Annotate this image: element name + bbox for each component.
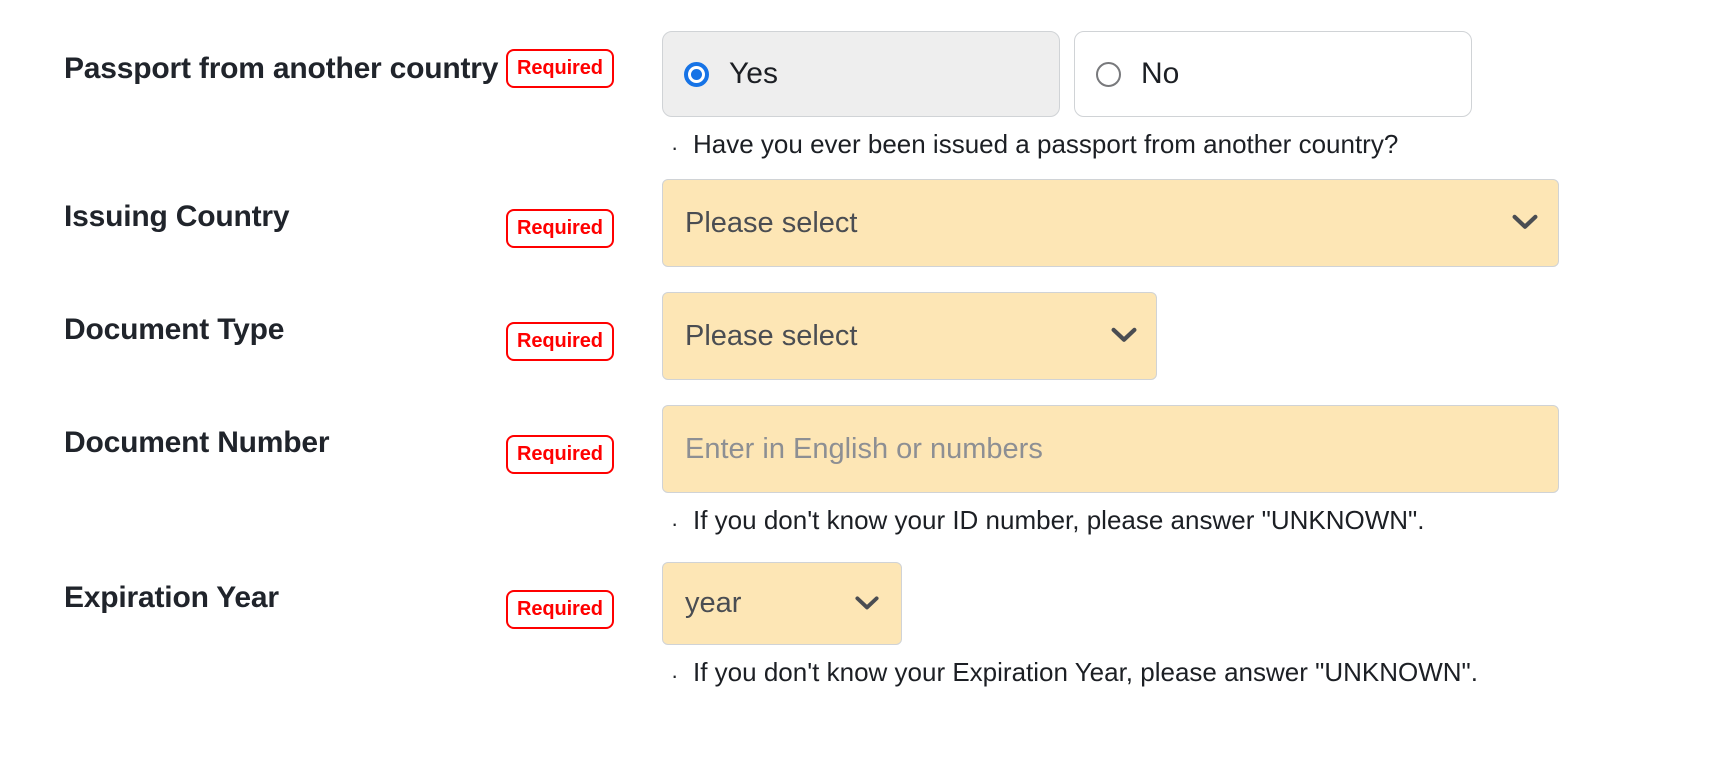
select-issuing-country-value: Please select [685,206,858,239]
label-cell: Expiration Year [0,562,506,623]
page-label-issuing-country: Issuing Country [64,200,290,233]
radio-option-no-label: No [1141,57,1180,90]
field-cell: Please select [662,179,1716,267]
select-issuing-country[interactable]: Please select [662,179,1559,267]
field-cell: year · If you don't know your Expiration… [662,562,1716,688]
form-row-expiration-year: Expiration Year Required year · If you d… [0,562,1716,688]
page-label-document-type: Document Type [64,313,285,346]
select-document-type[interactable]: Please select [662,292,1157,380]
page-label-expiration-year: Expiration Year [64,581,279,614]
document-number-input[interactable]: Enter in English or numbers [662,405,1559,493]
radio-option-no[interactable]: No [1074,31,1472,117]
label-cell: Passport from another country [0,31,506,94]
chevron-down-icon [855,595,879,612]
bullet-icon: · [671,511,679,536]
hint-document-number: · If you don't know your ID number, plea… [662,505,1716,536]
field-cell: Yes No · Have you ever been issued a pas… [662,31,1716,160]
required-badge-expiration-year: Required [506,590,614,629]
radio-option-yes[interactable]: Yes [662,31,1060,117]
radio-option-yes-label: Yes [729,57,778,90]
badge-cell: Required [506,292,662,361]
page-label-document-number: Document Number [64,426,330,459]
label-cell: Document Type [0,292,506,355]
chevron-down-icon [1111,327,1137,345]
badge-cell: Required [506,31,662,88]
bullet-icon: · [671,663,679,688]
required-badge-passport: Required [506,49,614,88]
radio-selected-icon [684,61,709,87]
select-document-type-value: Please select [685,319,858,352]
radio-group-passport-from-another-country: Yes No [662,31,1716,117]
label-cell: Issuing Country [0,179,506,242]
select-expiration-year-value: year [685,587,742,619]
radio-empty-icon [1096,61,1121,87]
chevron-down-icon [1512,214,1538,232]
document-number-placeholder: Enter in English or numbers [685,432,1043,465]
hint-expiration-year: · If you don't know your Expiration Year… [662,657,1716,688]
required-badge-document-number: Required [506,435,614,474]
badge-cell: Required [506,179,662,248]
field-cell: Please select [662,292,1716,380]
required-badge-issuing-country: Required [506,209,614,248]
field-cell: Enter in English or numbers · If you don… [662,405,1716,536]
badge-cell: Required [506,405,662,474]
form-row-document-type: Document Type Required Please select [0,292,1716,380]
hint-text-expiration-year: If you don't know your Expiration Year, … [693,657,1479,687]
label-cell: Document Number [0,405,506,468]
required-badge-document-type: Required [506,322,614,361]
form-row-passport-from-another-country: Passport from another country Required Y… [0,31,1716,160]
passport-details-form: Passport from another country Required Y… [0,0,1716,776]
hint-text-passport: Have you ever been issued a passport fro… [693,129,1399,159]
select-expiration-year[interactable]: year [662,562,902,645]
page-label-passport-from-another-country: Passport from another country [64,52,499,85]
hint-text-document-number: If you don't know your ID number, please… [693,505,1425,535]
badge-cell: Required [506,562,662,629]
form-row-document-number: Document Number Required Enter in Englis… [0,405,1716,536]
hint-passport: · Have you ever been issued a passport f… [662,129,1716,160]
bullet-icon: · [671,135,679,160]
form-row-issuing-country: Issuing Country Required Please select [0,179,1716,267]
